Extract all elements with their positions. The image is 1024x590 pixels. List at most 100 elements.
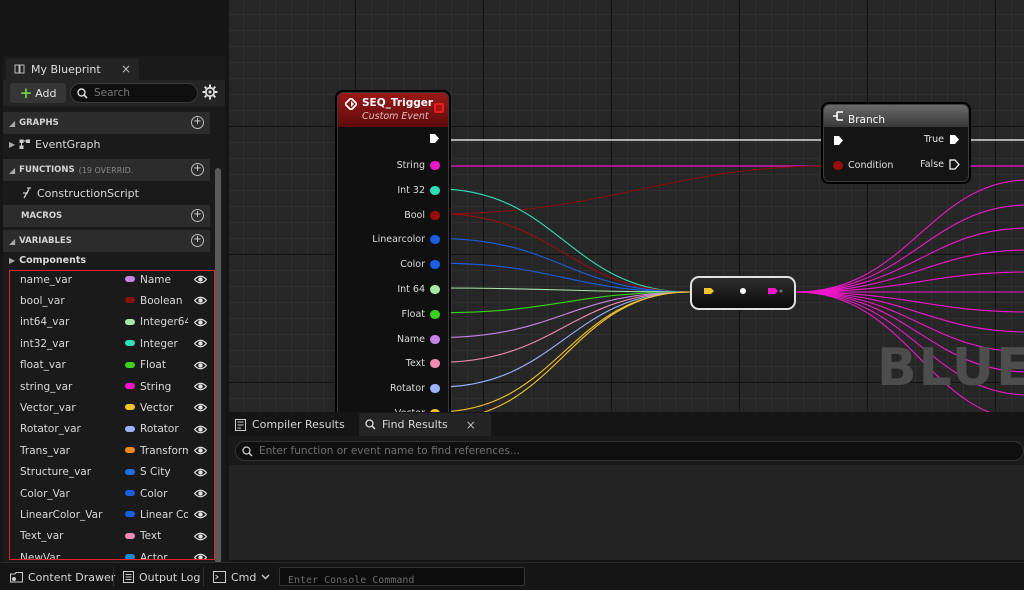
variable-row[interactable]: string_var String bbox=[10, 376, 214, 397]
event-output-pin[interactable]: Float bbox=[402, 309, 440, 320]
eye-icon[interactable] bbox=[194, 467, 207, 478]
wire bbox=[795, 227, 1024, 293]
close-icon[interactable]: × bbox=[121, 62, 131, 76]
event-output-pin[interactable]: Linearcolor bbox=[372, 234, 440, 245]
eye-icon[interactable] bbox=[194, 360, 207, 371]
make-struct-node[interactable] bbox=[690, 276, 796, 310]
output-log-button[interactable]: Output Log bbox=[123, 567, 200, 587]
variable-row[interactable]: Structure_var S City bbox=[10, 462, 214, 483]
eye-icon[interactable] bbox=[194, 552, 207, 560]
variable-type[interactable]: Rotator bbox=[140, 423, 188, 435]
eye-icon[interactable] bbox=[194, 274, 207, 285]
variable-row[interactable]: float_var Float bbox=[10, 355, 214, 376]
variable-type[interactable]: Linear Col bbox=[140, 509, 188, 521]
event-output-pin[interactable]: Bool bbox=[404, 210, 440, 221]
custom-event-node[interactable]: SEQ_Trigger Custom Event String Int 32 Boo… bbox=[337, 92, 449, 412]
exec-out-pin[interactable] bbox=[429, 133, 440, 144]
variable-type[interactable]: Integer bbox=[140, 338, 188, 350]
eye-icon[interactable] bbox=[194, 338, 207, 349]
variable-row[interactable]: Color_Var Color bbox=[10, 483, 214, 504]
event-graph-canvas[interactable]: BLUEPRINT SEQ_Trigger Custom Event Strin… bbox=[229, 0, 1024, 412]
eye-icon[interactable] bbox=[194, 531, 207, 542]
variable-type[interactable]: Float bbox=[140, 359, 188, 371]
variable-type[interactable]: Name bbox=[140, 274, 188, 286]
plus-icon: + bbox=[19, 83, 33, 102]
toolbar-area bbox=[0, 0, 229, 56]
content-drawer-button[interactable]: Content Drawer bbox=[10, 567, 115, 587]
tree-item-eventgraph[interactable]: ▶ EventGraph bbox=[3, 134, 210, 154]
branch-true-pin[interactable]: True bbox=[924, 134, 960, 145]
eye-icon[interactable] bbox=[194, 402, 207, 413]
variable-type[interactable]: Color bbox=[140, 488, 188, 500]
branch-header[interactable]: Branch bbox=[824, 105, 968, 127]
event-output-pin[interactable]: String bbox=[397, 160, 440, 171]
variable-type[interactable]: Integer64 bbox=[140, 316, 188, 328]
variable-type[interactable]: Boolean bbox=[140, 295, 188, 307]
variable-row[interactable]: bool_var Boolean bbox=[10, 290, 214, 311]
variable-row[interactable]: LinearColor_Var Linear Col bbox=[10, 504, 214, 525]
variable-row[interactable]: NewVar Actor bbox=[10, 547, 214, 560]
close-icon[interactable]: × bbox=[466, 418, 476, 432]
wire bbox=[435, 291, 691, 339]
variable-row[interactable]: int32_var Integer bbox=[10, 333, 214, 354]
gear-icon[interactable] bbox=[202, 84, 218, 100]
eye-icon[interactable] bbox=[194, 317, 207, 328]
branch-condition-pin[interactable]: Condition bbox=[833, 160, 893, 171]
variable-type[interactable]: String bbox=[140, 381, 188, 393]
eye-icon[interactable] bbox=[194, 445, 207, 456]
tree-item-constructionscript[interactable]: ConstructionScript bbox=[3, 183, 210, 203]
variables-section-header[interactable]: ◢ VARIABLES + bbox=[3, 230, 210, 252]
branch-node[interactable]: Branch Condition True False bbox=[823, 104, 969, 182]
eye-icon[interactable] bbox=[194, 424, 207, 435]
eye-icon[interactable] bbox=[194, 509, 207, 520]
search-input[interactable] bbox=[94, 87, 190, 99]
find-references-input[interactable] bbox=[259, 445, 959, 457]
variable-type[interactable]: Vector bbox=[140, 402, 188, 414]
event-output-pin[interactable]: Rotator bbox=[390, 383, 440, 394]
add-graph-icon[interactable]: + bbox=[191, 116, 204, 129]
variable-row[interactable]: name_var Name bbox=[10, 271, 214, 290]
variable-row[interactable]: Vector_var Vector bbox=[10, 397, 214, 418]
variable-type[interactable]: Text bbox=[140, 530, 188, 542]
add-macro-icon[interactable]: + bbox=[191, 209, 204, 222]
find-references-box[interactable] bbox=[235, 441, 1024, 461]
console-command-input[interactable] bbox=[280, 572, 520, 589]
variable-type-color bbox=[125, 383, 135, 389]
eye-icon[interactable] bbox=[194, 381, 207, 392]
variable-type[interactable]: Actor bbox=[140, 552, 188, 559]
console-command-box[interactable] bbox=[279, 567, 525, 589]
scrollbar-thumb[interactable] bbox=[215, 168, 221, 584]
branch-false-pin[interactable]: False bbox=[920, 159, 960, 170]
event-output-pin[interactable]: Int 32 bbox=[397, 185, 440, 196]
eye-icon[interactable] bbox=[194, 295, 207, 306]
panel-scrollbar[interactable] bbox=[215, 168, 221, 588]
event-output-pin[interactable]: Text bbox=[406, 358, 440, 369]
variable-type[interactable]: S City bbox=[140, 466, 188, 478]
add-function-icon[interactable]: + bbox=[191, 163, 204, 176]
branch-exec-in-pin[interactable] bbox=[833, 135, 844, 146]
macros-section-header[interactable]: MACROS + bbox=[3, 205, 210, 227]
graphs-section-label: GRAPHS bbox=[19, 118, 59, 128]
variable-row[interactable]: Rotator_var Rotator bbox=[10, 419, 214, 440]
variable-type[interactable]: Transform bbox=[140, 445, 188, 457]
cmd-dropdown[interactable]: Cmd bbox=[213, 567, 270, 587]
variable-row[interactable]: int64_var Integer64 bbox=[10, 312, 214, 333]
eye-icon[interactable] bbox=[194, 488, 207, 499]
tab-find-results[interactable]: Find Results × bbox=[359, 413, 491, 436]
event-output-pin[interactable]: Name bbox=[397, 334, 440, 345]
event-output-pin[interactable]: Int 64 bbox=[397, 284, 440, 295]
functions-section-header[interactable]: ◢ FUNCTIONS (19 OVERRID. + bbox=[3, 159, 210, 181]
my-blueprint-tab[interactable]: My Blueprint × bbox=[6, 58, 139, 80]
custom-event-header[interactable]: SEQ_Trigger Custom Event bbox=[338, 93, 448, 127]
variable-row[interactable]: Text_var Text bbox=[10, 526, 214, 547]
tab-compiler-results[interactable]: Compiler Results bbox=[229, 413, 357, 436]
search-box[interactable] bbox=[70, 83, 198, 103]
graphs-section-header[interactable]: ◢ GRAPHS + bbox=[3, 112, 210, 134]
add-button[interactable]: + Add bbox=[10, 83, 66, 103]
blueprint-editor: BLUEPRINT SEQ_Trigger Custom Event Strin… bbox=[0, 0, 1024, 590]
components-category[interactable]: ▶ Components bbox=[3, 250, 210, 270]
variable-row[interactable]: Trans_var Transform bbox=[10, 440, 214, 461]
delegate-pin-icon[interactable] bbox=[434, 103, 444, 113]
add-variable-icon[interactable]: + bbox=[191, 234, 204, 247]
event-output-pin[interactable]: Color bbox=[400, 259, 440, 270]
